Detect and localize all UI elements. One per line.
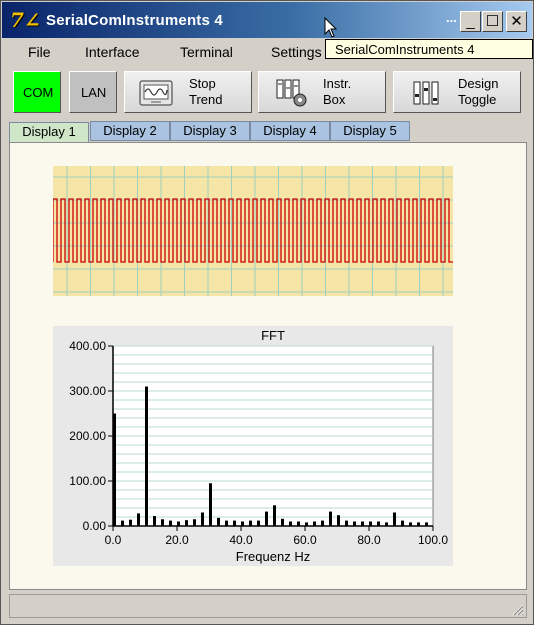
design-toggle-line1: Design [458, 76, 499, 91]
com-button-label: COM [23, 85, 54, 100]
maximize-button[interactable]: ☐ [482, 11, 503, 32]
design-toggle-button[interactable]: Design Toggle [393, 71, 521, 113]
app-logo-icon: 7∠ [10, 8, 41, 32]
title-bar[interactable]: 7∠ SerialComInstruments 4 ... _ ☐ ✕ [2, 2, 532, 38]
fft-bar [345, 520, 348, 526]
fft-x-axis-label: Frequenz Hz [236, 549, 310, 564]
instr-box-line1: Instr. [323, 76, 352, 91]
fft-chart: 0.00 100.00 200.00 300.00 400.00 0.0 20.0 40.0 6… [53, 326, 453, 566]
fft-bar [185, 520, 188, 526]
window-title: SerialComInstruments 4 [46, 12, 223, 29]
fft-x-tick-label: 80.0 [357, 533, 381, 547]
fft-bar [169, 520, 172, 526]
trend-series-line [53, 198, 453, 263]
app-window: 7∠ SerialComInstruments 4 ... _ ☐ ✕ File… [0, 0, 534, 625]
fft-bar [209, 483, 212, 526]
lan-button-label: LAN [81, 85, 107, 100]
fft-bar [281, 518, 284, 526]
resize-grip-icon[interactable] [510, 602, 524, 616]
fft-bar [257, 520, 260, 526]
toolbar: COM LAN Stop Trend Instr. Box Design Tog… [2, 67, 532, 119]
fft-bar [361, 521, 364, 526]
fft-bar [177, 521, 180, 526]
menu-file[interactable]: File [28, 44, 51, 60]
trend-monitor-icon [139, 80, 173, 106]
display-tabs: Display 1 Display 2 Display 3 Display 4 … [9, 121, 527, 144]
fft-bar [137, 513, 140, 526]
trend-chart [53, 166, 453, 296]
fft-y-tick-label: 300.00 [69, 384, 106, 398]
minimize-button[interactable]: _ [460, 11, 481, 32]
stop-trend-button[interactable]: Stop Trend [124, 71, 252, 113]
fft-bar [145, 386, 148, 526]
menu-terminal[interactable]: Terminal [180, 44, 233, 60]
fft-bar [217, 517, 220, 526]
fft-title: FFT [261, 328, 285, 343]
fft-bar [233, 520, 236, 526]
fft-bar [113, 413, 116, 526]
instr-box-button[interactable]: Instr. Box [258, 71, 386, 113]
tab-display-2[interactable]: Display 2 [90, 121, 170, 141]
fft-bar [265, 511, 268, 526]
fft-bar [129, 519, 132, 526]
fft-bar [321, 520, 324, 526]
fft-bar [249, 520, 252, 526]
fft-bar [369, 521, 372, 526]
display-panel: 0.00 100.00 200.00 300.00 400.00 0.0 20.0 40.0 6… [9, 142, 527, 590]
fft-bar [297, 521, 300, 526]
mouse-cursor-icon [324, 17, 338, 38]
fft-bar [193, 519, 196, 526]
stop-trend-line2: Trend [189, 92, 223, 107]
fft-y-tick-label: 200.00 [69, 429, 106, 443]
fft-bar [425, 522, 428, 526]
design-sliders-icon [413, 81, 439, 105]
com-button[interactable]: COM [13, 71, 61, 113]
fft-bar [329, 511, 332, 526]
fft-bar [417, 522, 420, 526]
fft-bar [409, 522, 412, 526]
fft-bar [337, 515, 340, 526]
fft-x-tick-label: 100.0 [418, 533, 448, 547]
fft-bar [273, 505, 276, 526]
tab-display-3[interactable]: Display 3 [170, 121, 250, 141]
fft-y-tick-label: 100.00 [69, 474, 106, 488]
menu-interface[interactable]: Interface [85, 44, 139, 60]
fft-bar [289, 521, 292, 526]
fft-bar [385, 522, 388, 526]
fft-bar [401, 520, 404, 526]
stop-trend-line1: Stop [189, 76, 216, 91]
fft-bar [225, 520, 228, 526]
instrument-box-gear-icon [276, 79, 307, 107]
fft-bar [377, 521, 380, 526]
fft-x-tick-label: 20.0 [165, 533, 189, 547]
fft-x-tick-label: 60.0 [293, 533, 317, 547]
instr-box-line2: Box [323, 92, 346, 107]
tab-display-1[interactable]: Display 1 [9, 122, 89, 144]
fft-bar [153, 516, 156, 526]
fft-bar [201, 512, 204, 526]
fft-bar [121, 520, 124, 526]
fft-y-tick-label: 0.00 [83, 519, 107, 533]
fft-x-tick-label: 40.0 [229, 533, 253, 547]
fft-x-tick-label: 0.0 [105, 533, 122, 547]
fft-bar [313, 521, 316, 526]
design-toggle-line2: Toggle [458, 92, 497, 107]
tab-display-5[interactable]: Display 5 [330, 121, 410, 141]
status-bar [9, 594, 527, 618]
fft-bar [393, 512, 396, 526]
fft-bar [161, 519, 164, 526]
lan-button[interactable]: LAN [69, 71, 117, 113]
title-ellipsis: ... [446, 10, 457, 25]
menu-settings[interactable]: Settings [271, 44, 322, 60]
fft-bar [353, 521, 356, 526]
fft-bar [241, 521, 244, 526]
close-button[interactable]: ✕ [506, 11, 527, 32]
title-tooltip: SerialComInstruments 4 [325, 39, 533, 59]
fft-bar [305, 522, 308, 526]
tab-display-4[interactable]: Display 4 [250, 121, 330, 141]
fft-y-tick-label: 400.00 [69, 339, 106, 353]
